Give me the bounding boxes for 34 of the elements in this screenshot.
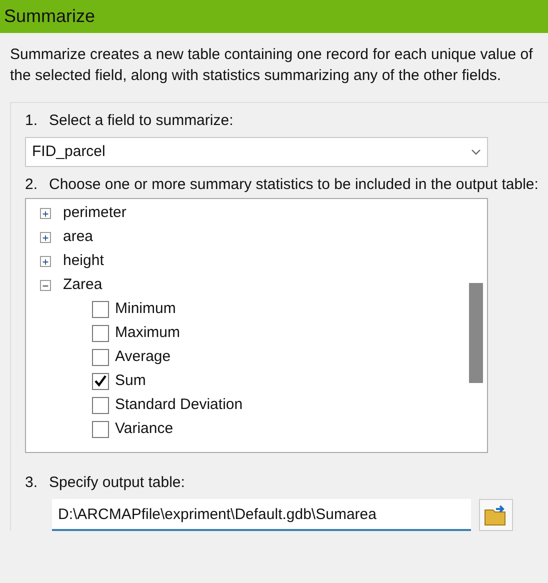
statistic-label: Variance xyxy=(115,418,174,439)
scrollbar-thumb[interactable] xyxy=(469,283,483,383)
statistic-label: Minimum xyxy=(115,298,176,319)
output-table-field[interactable]: D:\ARCMAPfile\expriment\Default.gdb\Sumarea xyxy=(52,499,471,531)
step-label: Specify output table: xyxy=(49,473,185,493)
collapse-icon[interactable] xyxy=(40,280,51,290)
statistic-label: Average xyxy=(115,346,171,367)
step-number: 1. xyxy=(25,111,39,131)
folder-arrow-icon xyxy=(484,504,508,526)
step-label: Select a field to summarize: xyxy=(49,111,234,131)
chevron-down-icon xyxy=(471,149,481,155)
checkbox[interactable] xyxy=(92,300,109,318)
checkbox[interactable] xyxy=(92,396,109,414)
window-title: Summarize xyxy=(4,6,96,26)
expand-icon[interactable] xyxy=(40,232,51,242)
expand-icon[interactable] xyxy=(40,208,51,218)
step-number: 3. xyxy=(25,473,39,493)
checkbox[interactable] xyxy=(92,372,109,390)
tree-item[interactable]: height xyxy=(63,250,104,272)
browse-button[interactable] xyxy=(479,499,513,531)
checkbox[interactable] xyxy=(92,348,109,366)
checkbox[interactable] xyxy=(92,420,109,438)
checkbox[interactable] xyxy=(92,324,109,342)
statistic-label: Maximum xyxy=(115,322,180,343)
tree-item[interactable]: perimeter xyxy=(63,202,126,224)
step-number: 2. xyxy=(25,175,39,195)
statistic-label: Standard Deviation xyxy=(115,394,243,415)
step-label: Choose one or more summary statistics to be included in the output table: xyxy=(49,175,538,195)
tree-item[interactable]: Zarea xyxy=(63,274,102,296)
field-dropdown[interactable]: FID_parcel xyxy=(25,137,488,167)
tree-item[interactable]: area xyxy=(63,226,94,248)
statistic-label: Sum xyxy=(115,370,146,391)
description-text: Summarize creates a new table containing one record for each unique value of the selected field, along with statistics summarizing any of the other fields. xyxy=(9,45,534,86)
expand-icon[interactable] xyxy=(40,256,51,266)
